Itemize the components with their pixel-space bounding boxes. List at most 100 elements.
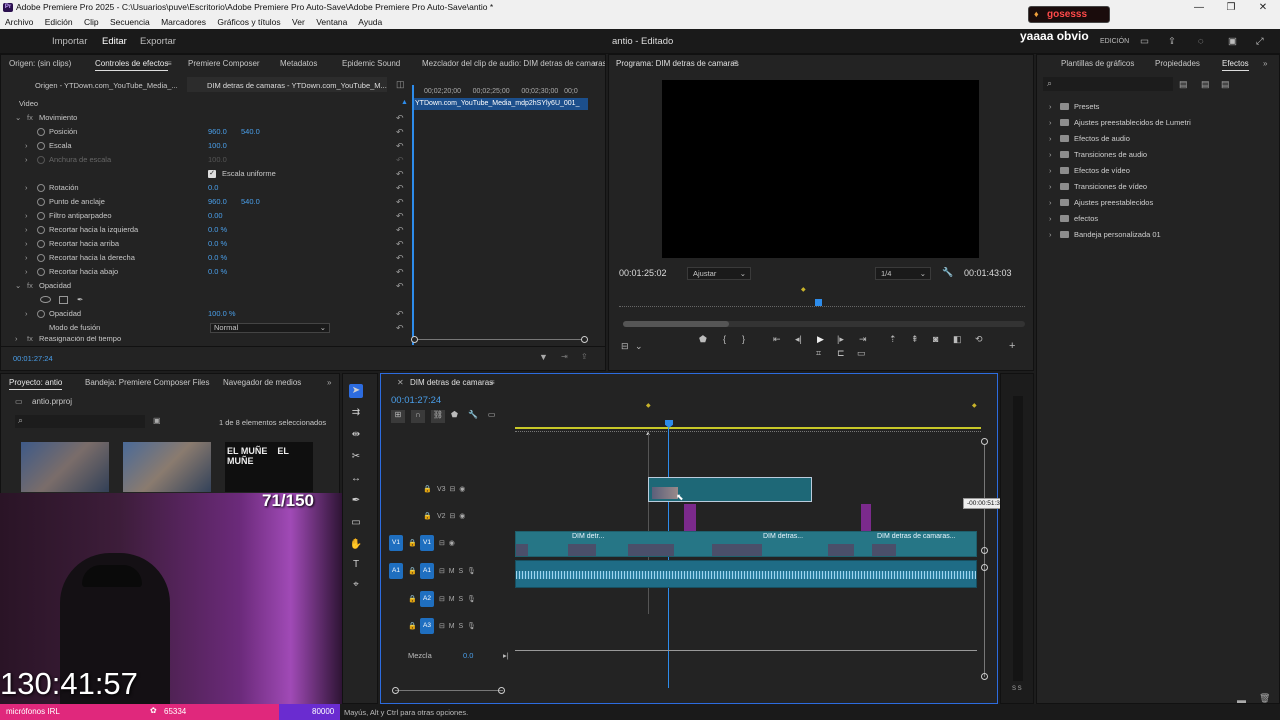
add-marker-icon[interactable]: ⬟ bbox=[451, 410, 458, 419]
track-a2-lock-icon[interactable]: 🔒 bbox=[408, 595, 417, 603]
stopwatch-icon[interactable] bbox=[37, 310, 45, 318]
share-icon[interactable]: ⇪ bbox=[1168, 36, 1176, 47]
captions-icon[interactable]: ▭ bbox=[488, 410, 496, 419]
scroll-handle-a1[interactable] bbox=[981, 564, 988, 571]
reset-icon[interactable]: ↶ bbox=[396, 111, 404, 125]
panel-split-icon[interactable]: ◫ bbox=[396, 79, 405, 90]
checkbox-checked-icon[interactable]: ✓ bbox=[208, 170, 216, 178]
menu-ver[interactable]: Ver bbox=[292, 17, 305, 27]
timeline-timecode[interactable]: 00:01:27:24 bbox=[391, 395, 441, 406]
sync-lock-icon[interactable]: ⊟ bbox=[449, 513, 455, 520]
reset-icon[interactable]: ↶ bbox=[396, 279, 404, 293]
clip-v2-a[interactable] bbox=[684, 504, 696, 531]
clip-v1-track[interactable]: DIM detr... DIM detras... DIM detras de … bbox=[515, 531, 977, 557]
project-thumb-1[interactable] bbox=[21, 442, 109, 492]
close-icon[interactable]: ✕ bbox=[1248, 0, 1278, 15]
param-punto-anclaje[interactable]: Punto de anclaje 960.0 540.0 ↶ bbox=[1, 195, 411, 209]
tab-plantillas[interactable]: Plantillas de gráficos bbox=[1061, 55, 1134, 72]
opacidad-value[interactable]: 100.0 % bbox=[208, 307, 236, 321]
tab-metadatos[interactable]: Metadatos bbox=[280, 55, 317, 72]
razor-tool-icon[interactable]: ✂ bbox=[349, 450, 363, 464]
blend-mode-select[interactable]: Normal ⌄ bbox=[210, 323, 330, 333]
folder-transiciones-video[interactable]: › Transiciones de vídeo bbox=[1049, 180, 1147, 194]
rotacion-value[interactable]: 0.0 bbox=[208, 181, 218, 195]
share-clip-icon[interactable]: ⇪ bbox=[581, 352, 588, 361]
insert-nest-icon[interactable]: ⊞ bbox=[391, 410, 405, 423]
video-collapse-icon[interactable]: ▲ bbox=[401, 99, 408, 106]
scroll-handle-v1[interactable] bbox=[981, 547, 988, 554]
program-ruler[interactable] bbox=[619, 301, 1025, 307]
filter-icon[interactable]: ▼ bbox=[539, 352, 548, 362]
mark-in-icon[interactable]: { bbox=[723, 334, 726, 344]
clip-v3[interactable] bbox=[648, 477, 812, 502]
reset-icon[interactable]: ↶ bbox=[396, 125, 404, 139]
reset-icon[interactable]: ↶ bbox=[396, 181, 404, 195]
close-tab-icon[interactable]: ✕ bbox=[397, 378, 404, 387]
param-escala[interactable]: › Escala 100.0 ↶ bbox=[1, 139, 411, 153]
param-rotacion[interactable]: › Rotación 0.0 ↶ bbox=[1, 181, 411, 195]
reset-icon[interactable]: ↶ bbox=[396, 167, 404, 181]
resolution-select[interactable]: 1/4 ⌄ bbox=[875, 267, 931, 280]
play-icon[interactable]: ▶ bbox=[817, 334, 824, 345]
minimize-icon[interactable]: — bbox=[1184, 0, 1214, 15]
microphone-icon[interactable]: 🎙 bbox=[467, 568, 476, 575]
stopwatch-icon[interactable] bbox=[37, 254, 45, 262]
effects-search-input[interactable]: ⌕ bbox=[1043, 77, 1173, 91]
escala-value[interactable]: 100.0 bbox=[208, 139, 227, 153]
param-posicion[interactable]: Posición 960.0 540.0 ↶ bbox=[1, 125, 411, 139]
fx-reasignacion[interactable]: › fx Reasignación del tiempo bbox=[1, 336, 411, 345]
go-to-in-icon[interactable]: ⇤ bbox=[773, 334, 781, 345]
program-video-frame[interactable] bbox=[662, 80, 979, 258]
stopwatch-icon[interactable] bbox=[37, 212, 45, 220]
source-patch-a1[interactable]: A1 bbox=[389, 563, 403, 579]
folder-presets[interactable]: › Presets bbox=[1049, 100, 1099, 114]
panel-overflow-icon[interactable]: » bbox=[1263, 55, 1267, 72]
vr-icon[interactable]: ▭ bbox=[857, 348, 866, 359]
step-forward-icon[interactable]: |▸ bbox=[837, 334, 844, 345]
microphone-icon[interactable]: 🎙 bbox=[467, 596, 476, 603]
anclaje-x[interactable]: 960.0 bbox=[208, 195, 227, 209]
stopwatch-icon[interactable] bbox=[37, 240, 45, 248]
filtro-value[interactable]: 0.00 bbox=[208, 209, 223, 223]
stopwatch-icon[interactable] bbox=[37, 184, 45, 192]
param-recortar-arriba[interactable]: › Recortar hacia arriba 0.0 % ↶ bbox=[1, 237, 411, 251]
track-v1-lock-icon[interactable]: 🔒 bbox=[408, 539, 417, 547]
scroll-handle-top[interactable] bbox=[981, 438, 988, 445]
tab-propiedades[interactable]: Propiedades bbox=[1155, 55, 1200, 72]
reset-icon[interactable]: ↶ bbox=[396, 321, 404, 335]
comparison-icon[interactable]: ◧ bbox=[953, 334, 962, 345]
safe-margins-icon[interactable]: ⌗ bbox=[816, 348, 821, 359]
track-a2-target[interactable]: A2 bbox=[420, 591, 434, 607]
folder-efectos-video[interactable]: › Efectos de vídeo bbox=[1049, 164, 1130, 178]
work-area-bar[interactable] bbox=[515, 427, 981, 429]
fx-movimiento[interactable]: ⌄ fx Movimiento ↶ bbox=[1, 111, 411, 125]
multicam-icon[interactable]: ⟲ bbox=[975, 334, 983, 345]
sequence-clip-selector[interactable]: DIM detras de camaras - YTDown.com_YouTu… bbox=[207, 81, 387, 90]
ellipse-mask-icon[interactable] bbox=[40, 296, 51, 303]
panel-toggle-icon[interactable]: ▭ bbox=[1140, 36, 1149, 47]
reset-icon[interactable]: ↶ bbox=[396, 237, 404, 251]
param-recortar-abajo[interactable]: › Recortar hacia abajo 0.0 % ↶ bbox=[1, 265, 411, 279]
accelerated-effects-icon[interactable]: ▤ bbox=[1179, 79, 1188, 90]
stopwatch-icon[interactable] bbox=[37, 198, 45, 206]
folder-transiciones-audio[interactable]: › Transiciones de audio bbox=[1049, 148, 1147, 162]
new-search-bin-icon[interactable]: ▣ bbox=[153, 416, 161, 425]
step-back-icon[interactable]: ◂| bbox=[795, 334, 802, 345]
menu-graficos[interactable]: Gráficos y títulos bbox=[217, 17, 280, 27]
folder-bandeja[interactable]: › Bandeja personalizada 01 bbox=[1049, 228, 1161, 242]
ripple-edit-tool-icon[interactable]: ⇹ bbox=[349, 428, 363, 442]
anclaje-y[interactable]: 540.0 bbox=[241, 195, 260, 209]
panel-overflow-icon[interactable]: » bbox=[593, 55, 597, 72]
tab-proyecto[interactable]: Proyecto: antio bbox=[9, 374, 63, 391]
track-a3-lock-icon[interactable]: 🔒 bbox=[408, 622, 417, 630]
reset-icon[interactable]: ↶ bbox=[396, 251, 404, 265]
menu-marcadores[interactable]: Marcadores bbox=[161, 17, 206, 27]
workspace-exportar[interactable]: Exportar bbox=[140, 36, 176, 47]
timeline-settings-icon[interactable]: 🔧 bbox=[468, 410, 478, 419]
zoom-handle-right[interactable] bbox=[581, 336, 588, 343]
pen-mask-icon[interactable]: ✒ bbox=[77, 293, 83, 307]
settings-icon[interactable]: ⊟ bbox=[621, 341, 629, 352]
32bit-effects-icon[interactable]: ▤ bbox=[1201, 79, 1210, 90]
add-marker-icon[interactable]: ⬟ bbox=[699, 334, 707, 345]
go-to-out-icon[interactable]: ⇥ bbox=[859, 334, 867, 345]
